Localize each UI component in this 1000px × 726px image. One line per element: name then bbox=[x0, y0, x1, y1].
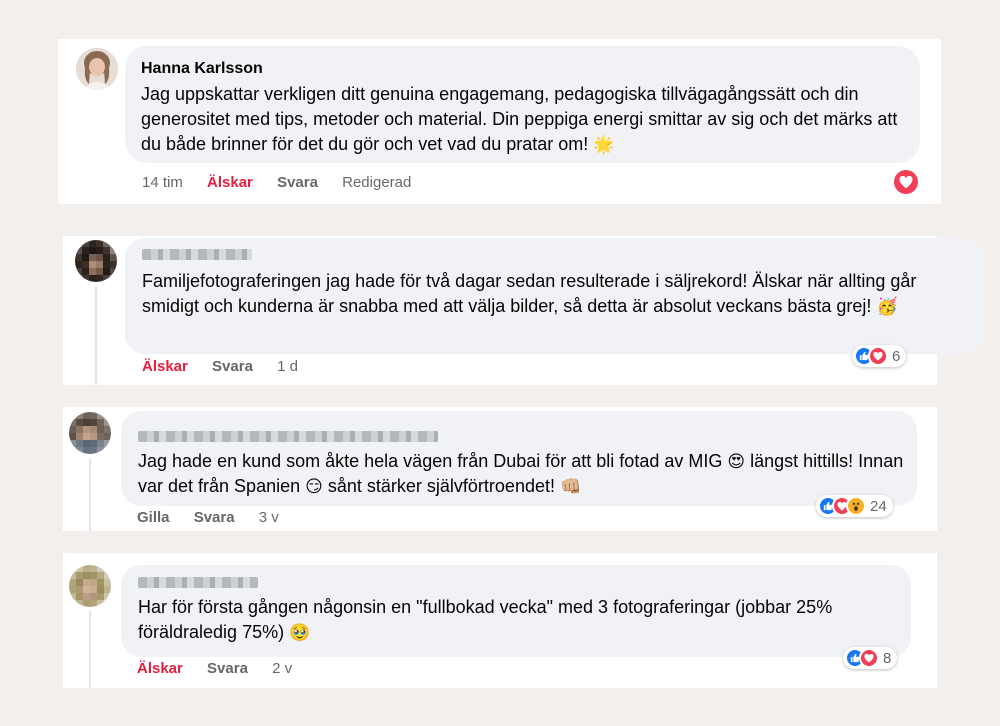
edited-label: Redigerad bbox=[342, 174, 412, 191]
love-button[interactable]: Älskar bbox=[137, 660, 183, 677]
avatar[interactable] bbox=[69, 565, 111, 607]
comment-actions: Älskar Svara 2 v bbox=[137, 660, 312, 677]
reply-button[interactable]: Svara bbox=[194, 509, 235, 526]
comment-bubble: Familjefotograferingen jag hade för två … bbox=[125, 238, 985, 354]
comment-actions: Älskar Svara 1 d bbox=[142, 358, 318, 375]
timestamp[interactable]: 2 v bbox=[272, 660, 292, 677]
comment-text: Har för första gången någonsin en "fullb… bbox=[138, 595, 903, 645]
comment-body-a: Jag hade en kund som åkte hela vägen frå… bbox=[138, 451, 723, 471]
author-name-blurred[interactable] bbox=[138, 577, 258, 588]
avatar[interactable] bbox=[75, 240, 117, 282]
thread-line bbox=[95, 286, 97, 385]
reaction-summary[interactable]: 8 bbox=[843, 647, 898, 669]
comment-bubble: Hanna Karlsson Jag uppskattar verkligen … bbox=[125, 46, 920, 163]
comment-body: Jag uppskattar verkligen ditt genuina en… bbox=[141, 84, 898, 154]
avatar[interactable] bbox=[76, 48, 118, 90]
avatar[interactable] bbox=[69, 412, 111, 454]
reaction-summary[interactable]: 24 bbox=[816, 495, 893, 517]
fist-bump-emoji: 👊🏼 bbox=[560, 477, 582, 496]
thread-line bbox=[89, 459, 91, 531]
author-name[interactable]: Hanna Karlsson bbox=[141, 60, 263, 78]
reaction-summary[interactable]: 6 bbox=[852, 345, 907, 367]
timestamp[interactable]: 14 tim bbox=[142, 174, 183, 191]
heart-icon bbox=[859, 648, 879, 668]
love-button[interactable]: Älskar bbox=[207, 174, 253, 191]
comment-body-c: sånt stärker självförtroendet! bbox=[327, 476, 555, 496]
reply-button[interactable]: Svara bbox=[207, 660, 248, 677]
comment-body: Familjefotograferingen jag hade för två … bbox=[142, 271, 917, 316]
pleading-face-emoji: 🥹 bbox=[289, 623, 311, 642]
timestamp[interactable]: 3 v bbox=[259, 509, 279, 526]
comment-bubble: Jag hade en kund som åkte hela vägen frå… bbox=[121, 411, 917, 506]
reaction-count: 8 bbox=[883, 649, 892, 667]
comment-actions: 14 tim Älskar Svara Redigerad bbox=[142, 174, 431, 191]
reaction-count: 6 bbox=[892, 347, 901, 365]
comment-card-2: Familjefotograferingen jag hade för två … bbox=[63, 236, 985, 385]
party-face-emoji: 🥳 bbox=[876, 297, 898, 316]
comment-text: Familjefotograferingen jag hade för två … bbox=[142, 269, 972, 319]
reaction-count: 24 bbox=[870, 497, 887, 515]
comment-text: Jag hade en kund som åkte hela vägen frå… bbox=[138, 449, 908, 499]
thread-line bbox=[89, 611, 91, 688]
author-name-blurred[interactable] bbox=[138, 431, 438, 442]
smirk-emoji: 😏 bbox=[305, 477, 323, 496]
heart-icon bbox=[868, 346, 888, 366]
comment-card-1: Hanna Karlsson Jag uppskattar verkligen … bbox=[58, 39, 941, 204]
comment-bubble: Har för första gången någonsin en "fullb… bbox=[121, 565, 911, 657]
like-button[interactable]: Gilla bbox=[137, 509, 170, 526]
reply-button[interactable]: Svara bbox=[212, 358, 253, 375]
wow-icon bbox=[846, 496, 866, 516]
sun-emoji: 🌟 bbox=[593, 135, 615, 154]
timestamp[interactable]: 1 d bbox=[277, 358, 298, 375]
love-button[interactable]: Älskar bbox=[142, 358, 188, 375]
reply-button[interactable]: Svara bbox=[277, 174, 318, 191]
comment-text: Jag uppskattar verkligen ditt genuina en… bbox=[141, 82, 906, 157]
author-name-blurred[interactable] bbox=[142, 249, 252, 260]
comment-actions: Gilla Svara 3 v bbox=[137, 509, 299, 526]
comment-body: Har för första gången någonsin en "fullb… bbox=[138, 597, 833, 642]
heart-eyes-emoji: 😍 bbox=[727, 452, 746, 471]
comment-card-4: Har för första gången någonsin en "fullb… bbox=[63, 553, 937, 688]
heart-icon[interactable] bbox=[894, 170, 918, 194]
comment-card-3: Jag hade en kund som åkte hela vägen frå… bbox=[63, 407, 937, 531]
